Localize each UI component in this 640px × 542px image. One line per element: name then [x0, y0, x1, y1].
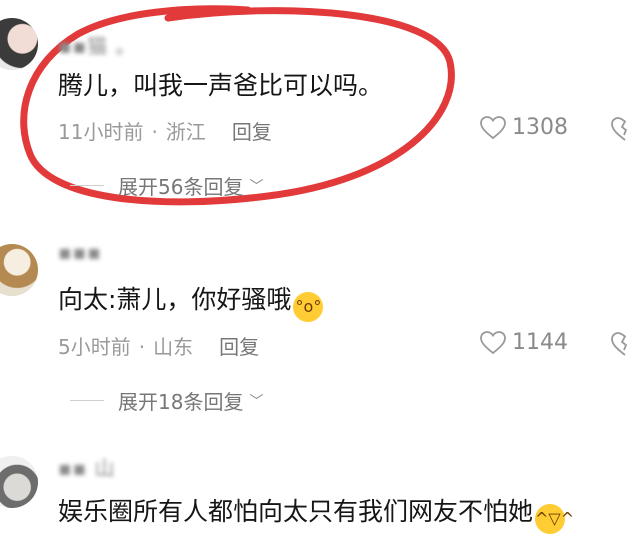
- divider-line: [70, 185, 104, 186]
- chevron-down-icon: ﹀: [249, 393, 264, 410]
- comment-meta: 11小时前 · 浙江 回复: [58, 120, 272, 144]
- comment-meta: 5小时前 · 山东 回复: [58, 335, 260, 359]
- like-count: 1144: [512, 330, 568, 355]
- broken-heart-icon[interactable]: [610, 116, 640, 142]
- avatar[interactable]: [0, 18, 38, 70]
- expand-replies-button[interactable]: 展开56条回复 ﹀: [70, 171, 263, 200]
- heart-icon: [480, 330, 506, 354]
- like-button[interactable]: 1308: [480, 115, 568, 140]
- broken-heart-icon[interactable]: [610, 331, 640, 357]
- astonished-face-icon: °o°: [293, 292, 324, 322]
- expand-label: 展开18条回复: [118, 390, 244, 414]
- divider-line: [70, 400, 104, 401]
- like-count: 1308: [512, 115, 568, 140]
- username[interactable]: ▪▪猫 。: [58, 30, 136, 59]
- expand-replies-button[interactable]: 展开18条回复 ﹀: [70, 386, 263, 415]
- timestamp: 11小时前: [58, 120, 144, 144]
- rolling-laughing-face-icon: ^▽^: [535, 504, 574, 534]
- comment-text-body: 向太:萧儿，你好骚哦: [58, 285, 292, 314]
- reply-button[interactable]: 回复: [219, 335, 259, 359]
- username[interactable]: ▪▪ 山: [58, 452, 115, 481]
- location: 浙江: [165, 120, 206, 144]
- expand-label: 展开56条回复: [118, 175, 244, 199]
- heart-icon: [480, 115, 506, 139]
- comment-text-body: 娱乐圈所有人都怕向太只有我们网友不怕她: [58, 497, 534, 526]
- username[interactable]: ▪▪▪: [58, 240, 102, 264]
- comment-text: 腾儿，叫我一声爸比可以吗。: [58, 71, 384, 100]
- reply-button[interactable]: 回复: [232, 120, 272, 144]
- like-button[interactable]: 1144: [480, 330, 568, 355]
- comment-text: 娱乐圈所有人都怕向太只有我们网友不怕她 ^▽^: [58, 492, 574, 534]
- comment-text: 向太:萧儿，你好骚哦 °o°: [58, 280, 324, 322]
- avatar[interactable]: [0, 244, 38, 296]
- location: 山东: [153, 335, 194, 359]
- chevron-down-icon: ﹀: [249, 178, 264, 195]
- avatar[interactable]: [0, 456, 38, 508]
- timestamp: 5小时前: [58, 335, 131, 359]
